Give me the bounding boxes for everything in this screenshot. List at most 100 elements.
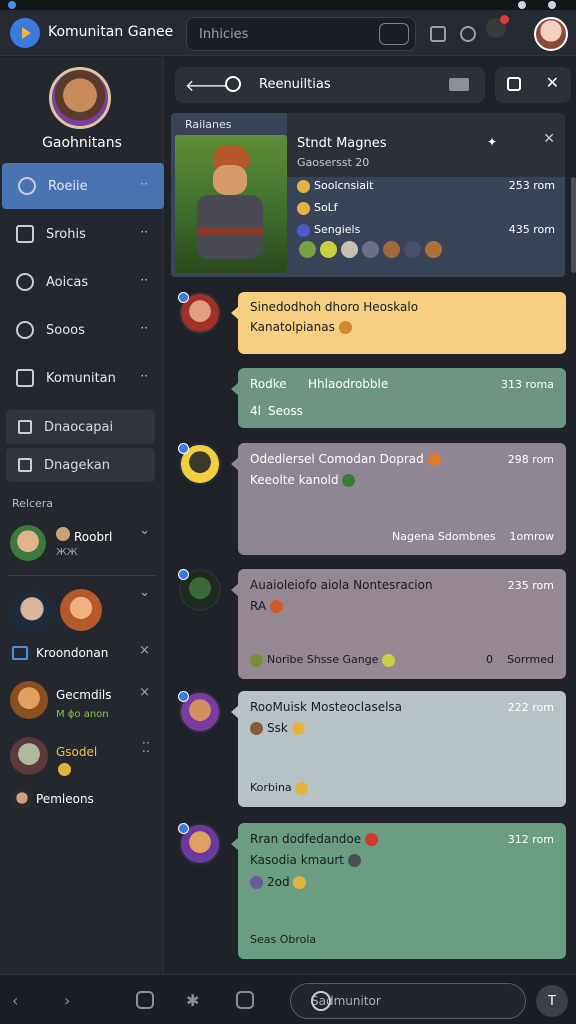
more-icon[interactable]: ·· — [140, 273, 148, 287]
featured-title: Stndt Magnes — [297, 136, 387, 151]
sidebar-chip-2[interactable]: Dnagekan — [6, 448, 155, 482]
chevron-down-icon[interactable]: ⌄ — [139, 523, 150, 538]
attach-icon[interactable] — [236, 991, 254, 1009]
reaction-icon — [425, 241, 442, 258]
settings-icon[interactable] — [460, 26, 476, 42]
forward-icon[interactable]: › — [64, 991, 70, 1010]
sidebar-item-label: Komunitan — [46, 370, 116, 386]
avatar — [10, 525, 46, 561]
featured-card[interactable]: Railanes Stndt Magnes Gaosersst 20 ✦ ✕ S… — [171, 113, 565, 277]
user-avatar[interactable] — [534, 17, 568, 51]
avatar[interactable] — [178, 292, 221, 334]
list-item[interactable]: Pemleons — [0, 785, 164, 815]
message-footer-time: 1omrow — [509, 530, 554, 543]
more-icon[interactable]: ·· — [140, 225, 148, 239]
list-item[interactable]: Gsodel ⁚⁚ — [0, 733, 164, 779]
more-icon[interactable]: ·· — [140, 369, 148, 383]
featured-time: 435 rom — [508, 223, 555, 236]
message-bubble[interactable]: Sinedodhoh dhoro Heoskalo Kanatolpianas — [231, 292, 566, 354]
sidebar-item-edit[interactable]: Srohis ·· — [0, 211, 164, 257]
message-text: Sinedodhoh dhoro Heoskalo — [250, 300, 419, 314]
sidebar-item-label: Sooos — [46, 322, 85, 338]
gif-icon[interactable]: ✱ — [186, 991, 199, 1010]
contact-name: Gsodel — [56, 745, 98, 759]
emoji-icon[interactable] — [136, 991, 154, 1009]
featured-subtitle: Gaosersst 20 — [297, 156, 370, 169]
avatar[interactable] — [178, 569, 221, 611]
book-icon — [16, 369, 34, 387]
avatar — [10, 737, 48, 775]
reaction-row — [299, 241, 446, 262]
message-bubble[interactable]: Rodke Hhlaodrobble 313 roma 4l Seoss — [231, 368, 566, 428]
chip-label: Dnagekan — [44, 457, 110, 473]
message-footer: Nagena Sdombnes — [392, 530, 496, 543]
message-bubble[interactable]: Rran dodfedandoe 312 rom Kasodia kmaurt … — [231, 823, 566, 959]
search-icon[interactable] — [225, 76, 241, 92]
message-bubble[interactable]: Odedlersel Comodan Doprad 298 rom Keeolt… — [231, 443, 566, 555]
status-icon — [8, 1, 16, 9]
list-item[interactable]: Roobrl ЖЖ ⌄ — [0, 521, 164, 573]
avatar — [56, 527, 70, 541]
message-text: Rodke — [250, 377, 287, 391]
text-format-button[interactable]: T — [536, 985, 568, 1017]
emoji-icon — [58, 763, 71, 776]
search-input[interactable]: Inhicies — [186, 17, 416, 51]
battery-icon — [548, 1, 556, 9]
message-time: 298 rom — [507, 453, 554, 466]
reaction-icon — [299, 241, 316, 258]
reaction-icon — [362, 241, 379, 258]
video-icon[interactable] — [449, 78, 469, 91]
message-text: RA — [250, 599, 287, 613]
list-item[interactable]: ⌄ Kroondonan × — [0, 583, 164, 673]
featured-time: 253 rom — [508, 179, 555, 192]
message-bubble[interactable]: Auaioleiofo aiola Nontesracion 235 rom R… — [231, 569, 566, 679]
avatar[interactable] — [178, 443, 221, 485]
sidebar-item-home[interactable]: Roeiie ·· — [2, 163, 164, 209]
message-text: RooMuisk Mosteoclaselsa — [250, 700, 403, 714]
sidebar-item-social[interactable]: Sooos ·· — [0, 307, 164, 353]
avatar — [60, 589, 102, 631]
sidebar-item-alerts[interactable]: Aoicas ·· — [0, 259, 164, 305]
chat-header: 🡐 Reenuiltias — [175, 67, 485, 103]
close-icon[interactable]: ✕ — [546, 73, 559, 92]
back-icon[interactable]: ‹ — [12, 991, 18, 1010]
close-icon[interactable]: × — [139, 643, 150, 658]
avatar[interactable] — [178, 823, 221, 865]
pin-icon[interactable]: ✦ — [487, 135, 497, 149]
more-icon[interactable]: ·· — [140, 177, 148, 191]
message-time: 222 rom — [507, 701, 554, 714]
copy-icon[interactable] — [507, 77, 521, 91]
sidebar-item-community[interactable]: Komunitan ·· — [0, 355, 164, 401]
wifi-icon — [518, 1, 526, 9]
scrollbar[interactable] — [571, 177, 576, 273]
notification-icon[interactable] — [486, 15, 509, 38]
section-label: Relcera — [12, 497, 54, 510]
avatar[interactable] — [178, 691, 221, 733]
send-icon[interactable] — [311, 991, 331, 1011]
chat-title: Reenuiltias — [259, 77, 331, 92]
sidebar-chip-1[interactable]: Dnaocapai — [6, 410, 155, 444]
close-icon[interactable]: ✕ — [543, 131, 555, 147]
list-item[interactable]: Gecmdils M ɸo anon × — [0, 677, 164, 727]
profile-avatar[interactable] — [49, 67, 111, 129]
featured-row: Sengiels — [297, 223, 360, 237]
chevron-down-icon[interactable]: ⌄ — [139, 585, 150, 600]
message-input[interactable]: Sadmunitor — [290, 983, 526, 1019]
message-bubble[interactable]: RooMuisk Mosteoclaselsa 222 rom Ssk Korb… — [231, 691, 566, 807]
contact-sub: M ɸo anon — [56, 709, 109, 720]
avatar — [10, 681, 48, 719]
sidebar: Gaohnitans Roeiie ·· Srohis ·· Aoicas ··… — [0, 57, 164, 974]
document-icon — [18, 458, 32, 472]
message-footer-count: 0 — [486, 653, 493, 666]
reaction-icon — [404, 241, 421, 258]
search-shortcut-icon[interactable] — [379, 23, 409, 45]
more-icon[interactable]: ⁚⁚ — [142, 741, 150, 756]
close-icon[interactable]: × — [139, 685, 150, 700]
back-arrow-icon[interactable]: 🡐 — [185, 75, 228, 95]
featured-row: Soolcnsiait — [297, 179, 373, 193]
app-logo-icon[interactable] — [10, 18, 40, 48]
message-marker: 4l — [250, 404, 261, 418]
window-icon[interactable] — [430, 26, 446, 42]
more-icon[interactable]: ·· — [140, 321, 148, 335]
message-text: Kanatolpianas — [250, 320, 356, 334]
